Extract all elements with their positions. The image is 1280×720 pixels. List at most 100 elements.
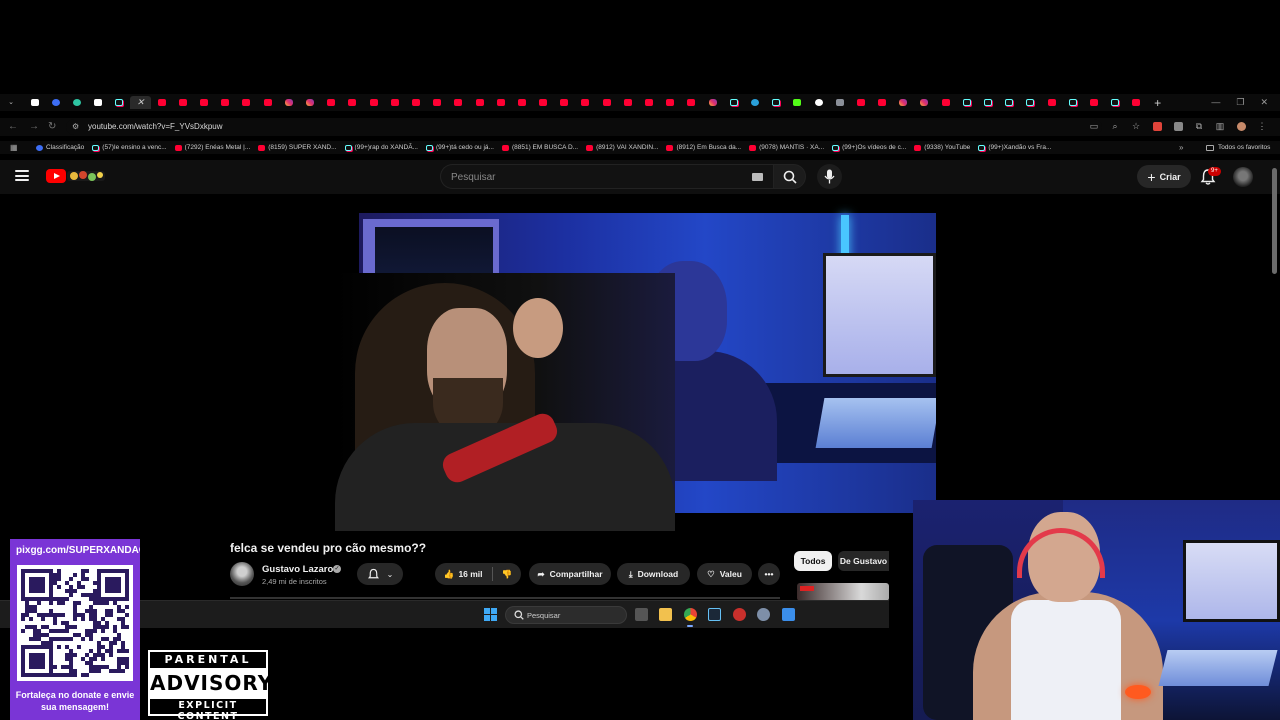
browser-tab[interactable] bbox=[850, 96, 871, 109]
task-view-icon[interactable] bbox=[635, 608, 648, 621]
chip-all[interactable]: Todos bbox=[794, 551, 832, 571]
browser-tab[interactable] bbox=[554, 96, 575, 109]
app-blue-icon[interactable] bbox=[782, 608, 795, 621]
youtube-doodle-logo[interactable] bbox=[66, 168, 106, 184]
download-button[interactable]: ⤓ Download bbox=[617, 563, 690, 585]
browser-tab[interactable] bbox=[681, 96, 702, 109]
url-text[interactable]: youtube.com/watch?v=F_YVsDxkpuw bbox=[88, 122, 223, 132]
forward-icon[interactable]: → bbox=[29, 120, 39, 134]
search-input[interactable] bbox=[451, 170, 741, 184]
close-window-icon[interactable]: ✕ bbox=[1260, 96, 1268, 109]
back-icon[interactable]: ← bbox=[8, 120, 18, 134]
browser-tab[interactable] bbox=[638, 96, 659, 109]
browser-tab[interactable] bbox=[66, 96, 87, 109]
chip-from-channel[interactable]: De Gustavo bbox=[838, 551, 889, 571]
bookmark-item[interactable]: (7292) Enéas Metal |... bbox=[174, 142, 250, 153]
youtube-logo[interactable] bbox=[46, 169, 66, 183]
profile-avatar-icon[interactable] bbox=[1235, 120, 1247, 132]
install-app-icon[interactable]: ▭ bbox=[1088, 120, 1100, 132]
bookmark-item[interactable]: (57)Ie ensino a venc... bbox=[92, 142, 167, 153]
apps-grid-icon[interactable]: ▦ bbox=[10, 143, 19, 152]
reload-icon[interactable]: ↻ bbox=[48, 120, 56, 134]
settings-gear-icon[interactable] bbox=[757, 608, 770, 621]
site-info-icon[interactable]: ⚙ bbox=[72, 122, 82, 132]
page-scrollbar-thumb[interactable] bbox=[1272, 168, 1277, 274]
keyboard-icon[interactable] bbox=[752, 173, 763, 181]
browser-tab[interactable] bbox=[236, 96, 257, 109]
browser-tab[interactable] bbox=[575, 96, 596, 109]
voice-search-button[interactable] bbox=[817, 164, 842, 189]
browser-tab[interactable] bbox=[215, 96, 236, 109]
browser-tab[interactable] bbox=[257, 96, 278, 109]
browser-tab[interactable] bbox=[1126, 96, 1147, 109]
dislike-button[interactable]: 👎 bbox=[502, 569, 513, 580]
browser-tab[interactable] bbox=[829, 96, 850, 109]
windows-start-icon[interactable] bbox=[484, 608, 497, 621]
app-red-icon[interactable] bbox=[733, 608, 746, 621]
minimize-icon[interactable]: — bbox=[1211, 96, 1220, 109]
restore-icon[interactable]: ❐ bbox=[1236, 96, 1244, 109]
browser-tab[interactable] bbox=[702, 96, 723, 109]
create-button[interactable]: + Criar bbox=[1137, 165, 1191, 188]
browser-tab[interactable] bbox=[363, 96, 384, 109]
browser-tab[interactable] bbox=[744, 96, 765, 109]
browser-tab[interactable] bbox=[469, 96, 490, 109]
browser-tab[interactable] bbox=[109, 96, 130, 109]
related-video-thumbnail[interactable] bbox=[797, 583, 889, 601]
browser-tab[interactable] bbox=[1105, 96, 1126, 109]
bookmark-item[interactable]: (8912) VAI XANDIN... bbox=[586, 142, 658, 153]
browser-tab[interactable] bbox=[448, 96, 469, 109]
browser-tab[interactable] bbox=[321, 96, 342, 109]
taskbar-search[interactable]: Pesquisar bbox=[505, 606, 627, 624]
browser-tab[interactable] bbox=[766, 96, 787, 109]
browser-tab[interactable] bbox=[1062, 96, 1083, 109]
browser-tab[interactable] bbox=[151, 96, 172, 109]
more-actions-button[interactable]: ••• bbox=[758, 563, 780, 585]
browser-tab[interactable] bbox=[427, 96, 448, 109]
search-button[interactable] bbox=[773, 164, 806, 189]
user-avatar[interactable] bbox=[1233, 167, 1253, 187]
zoom-icon[interactable]: ⌕ bbox=[1109, 120, 1121, 132]
browser-tab[interactable] bbox=[278, 96, 299, 109]
browser-tab[interactable] bbox=[596, 96, 617, 109]
channel-avatar[interactable] bbox=[230, 562, 254, 586]
chrome-icon[interactable] bbox=[684, 608, 697, 621]
browser-tab[interactable] bbox=[511, 96, 532, 109]
browser-tab[interactable] bbox=[787, 96, 808, 109]
browser-tab[interactable] bbox=[723, 96, 744, 109]
browser-tab[interactable] bbox=[999, 96, 1020, 109]
bookmark-item[interactable]: (99+)tá cedo ou já... bbox=[425, 142, 494, 153]
browser-menu-icon[interactable]: ⋮ bbox=[1256, 120, 1268, 132]
browser-tab[interactable] bbox=[914, 96, 935, 109]
new-tab-button[interactable]: + bbox=[1147, 96, 1168, 109]
omnibox[interactable]: ⚙ youtube.com/watch?v=F_YVsDxkpuw bbox=[66, 119, 1102, 135]
bookmark-item[interactable]: (8159) SUPER XAND... bbox=[258, 142, 337, 153]
share-button[interactable]: ➦ Compartilhar bbox=[529, 563, 611, 585]
all-bookmarks-folder[interactable]: Todos os favoritos bbox=[1206, 142, 1270, 153]
browser-tab[interactable] bbox=[342, 96, 363, 109]
browser-tab[interactable] bbox=[1083, 96, 1104, 109]
steam-icon[interactable] bbox=[708, 608, 721, 621]
bookmark-item[interactable]: (8851) EM BUSCA D... bbox=[501, 142, 578, 153]
subscribed-bell-button[interactable]: ⌄ bbox=[357, 563, 403, 585]
browser-tab[interactable] bbox=[533, 96, 554, 109]
video-player[interactable] bbox=[335, 193, 936, 531]
browser-tab[interactable] bbox=[977, 96, 998, 109]
browser-tab[interactable] bbox=[956, 96, 977, 109]
browser-tab[interactable] bbox=[405, 96, 426, 109]
bookmark-item[interactable]: (9338) YouTube bbox=[914, 142, 970, 153]
bookmark-item[interactable]: (99+)rap do XANDÃ... bbox=[344, 142, 418, 153]
bookmark-item[interactable]: (8912) Em Busca da... bbox=[666, 142, 741, 153]
browser-tab[interactable] bbox=[299, 96, 320, 109]
tab-search-dropdown-icon[interactable]: ⌄ bbox=[5, 96, 17, 109]
browser-tab[interactable] bbox=[893, 96, 914, 109]
thanks-button[interactable]: ♡ Valeu bbox=[697, 563, 752, 585]
browser-tab[interactable] bbox=[935, 96, 956, 109]
bookmarks-overflow-icon[interactable]: » bbox=[1179, 142, 1183, 153]
hamburger-menu-icon[interactable] bbox=[15, 170, 29, 181]
browser-tab[interactable] bbox=[617, 96, 638, 109]
bookmark-item[interactable]: (99+)Os vídeos de c... bbox=[832, 142, 906, 153]
browser-tab[interactable] bbox=[808, 96, 829, 109]
browser-tab[interactable] bbox=[88, 96, 109, 109]
bookmark-star-icon[interactable]: ☆ bbox=[1130, 120, 1142, 132]
